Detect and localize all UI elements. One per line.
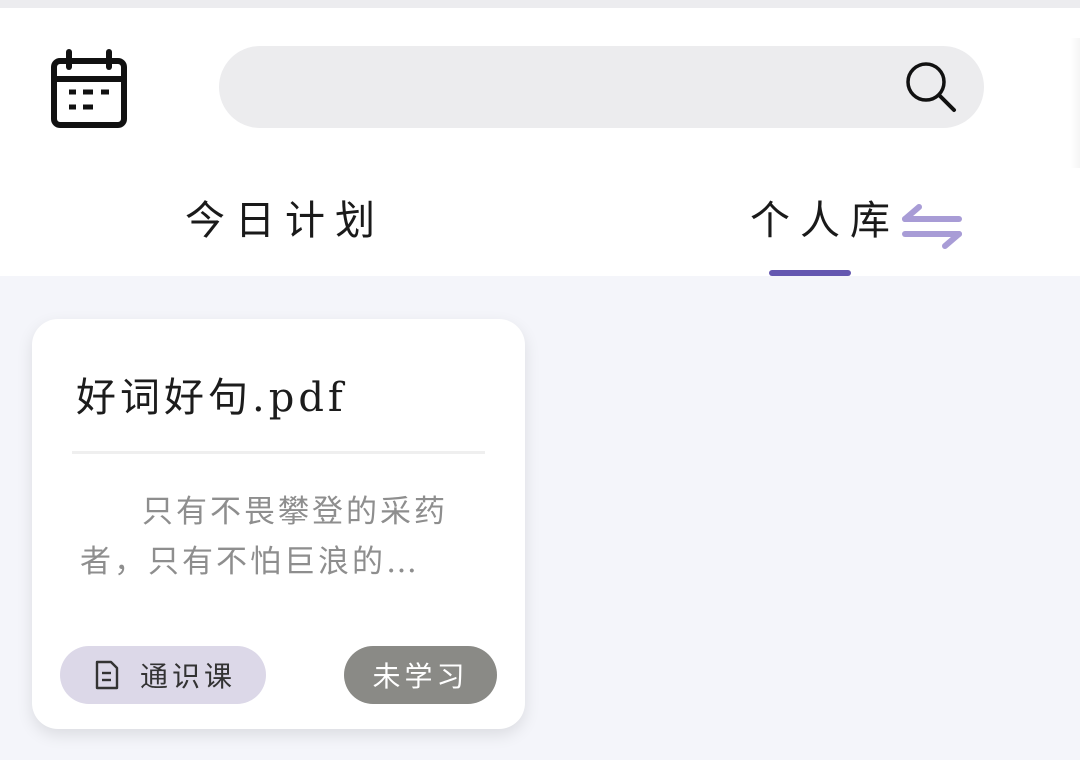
course-tag-label: 通识课 <box>140 660 237 693</box>
right-edge-shadow <box>1070 38 1080 168</box>
course-tag[interactable]: 通识课 <box>60 646 266 704</box>
search-input[interactable] <box>249 46 889 128</box>
status-bar-strip <box>0 0 1080 8</box>
swap-arrows-icon[interactable] <box>900 200 964 252</box>
calendar-icon <box>49 49 129 135</box>
status-badge: 未学习 <box>344 646 497 704</box>
document-excerpt: 只有不畏攀登的采药者，只有不怕巨浪的… <box>80 494 448 580</box>
document-title: 好词好句.pdf <box>76 375 347 421</box>
active-tab-indicator <box>769 270 851 276</box>
header: 今日计划 个人库 <box>0 8 1080 276</box>
calendar-button[interactable] <box>46 46 132 138</box>
document-card[interactable]: 好词好句.pdf 只有不畏攀登的采药者，只有不怕巨浪的… 通识课 未学习 <box>32 319 525 729</box>
card-divider <box>72 451 485 454</box>
document-icon <box>94 660 120 690</box>
search-icon[interactable] <box>902 58 960 116</box>
tab-today-plan[interactable]: 今日计划 <box>185 188 385 268</box>
search-bar <box>219 46 984 128</box>
tab-personal-library[interactable]: 个人库 <box>750 188 900 268</box>
